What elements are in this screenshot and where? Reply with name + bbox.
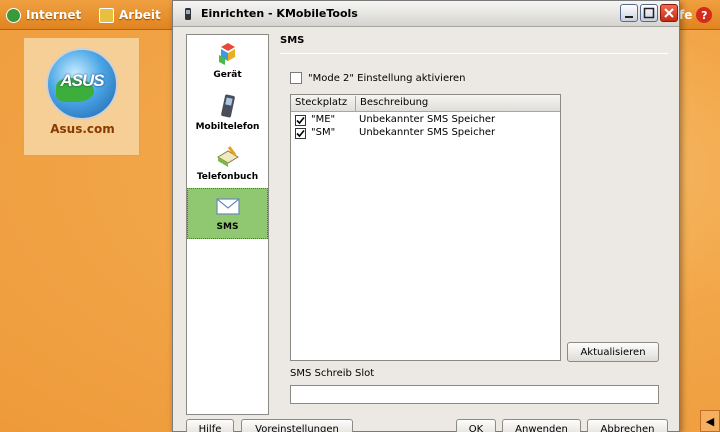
asus-desktop-shortcut[interactable]: ASUS Asus.com [23, 37, 140, 156]
column-separator[interactable] [355, 96, 356, 111]
sidebar-item-phonebook[interactable]: Telefonbuch [187, 139, 268, 189]
settings-sidebar: Gerät Mobiltelefon Telefonbuch SMS [186, 34, 269, 415]
help-icon: ? [696, 7, 713, 23]
sms-icon [215, 198, 240, 215]
work-label: Arbeit [119, 8, 161, 22]
table-row[interactable]: "ME" Unbekannter SMS Speicher [291, 114, 560, 127]
maximize-button[interactable] [640, 4, 658, 22]
internet-menu[interactable]: Internet [6, 5, 81, 25]
help-menu-label: fe [679, 8, 693, 22]
slot-cell: "SM" [311, 127, 336, 138]
sidebar-item-device[interactable]: Gerät [187, 37, 268, 87]
section-divider [280, 53, 668, 54]
phonebook-icon [216, 146, 239, 167]
mode2-checkbox-row[interactable]: "Mode 2" Einstellung aktivieren [290, 71, 466, 85]
refresh-button[interactable]: Aktualisieren [567, 342, 659, 362]
window-title: Einrichten - KMobileTools [201, 7, 358, 20]
mode2-checkbox[interactable] [290, 72, 302, 84]
table-header: Steckplatz Beschreibung [291, 95, 560, 112]
help-button[interactable]: Hilfe [186, 419, 234, 432]
tray-collapse-arrow-icon[interactable]: ◀ [700, 410, 720, 432]
sidebar-label-mobile-phone: Mobiltelefon [195, 122, 260, 132]
work-icon [99, 7, 114, 23]
write-slot-field[interactable] [290, 385, 659, 404]
column-header-slot[interactable]: Steckplatz [295, 97, 347, 108]
phone-app-icon [185, 8, 191, 20]
help-menu[interactable]: fe ? [679, 5, 713, 25]
write-slot-label: SMS Schreib Slot [290, 368, 375, 379]
checkmark-icon [296, 116, 305, 125]
minimize-icon [625, 16, 633, 18]
work-menu[interactable]: Arbeit [99, 5, 161, 25]
row-checkbox[interactable] [295, 115, 306, 126]
asus-logo-text: ASUS [60, 71, 104, 90]
cancel-button[interactable]: Abbrechen [587, 419, 668, 432]
table-row[interactable]: "SM" Unbekannter SMS Speicher [291, 127, 560, 140]
mode2-label: "Mode 2" Einstellung aktivieren [308, 72, 466, 84]
sidebar-item-mobile-phone[interactable]: Mobiltelefon [187, 89, 268, 139]
apply-button[interactable]: Anwenden [502, 419, 581, 432]
sidebar-label-phonebook: Telefonbuch [196, 172, 259, 182]
globe-icon [6, 7, 21, 23]
sidebar-label-device: Gerät [213, 70, 242, 80]
mobile-phone-icon [220, 94, 235, 118]
section-title: SMS [280, 35, 305, 46]
sidebar-label-sms: SMS [216, 222, 239, 232]
column-header-description[interactable]: Beschreibung [360, 97, 428, 108]
row-checkbox[interactable] [295, 128, 306, 139]
ok-button[interactable]: OK [456, 419, 496, 432]
device-icon [218, 43, 235, 65]
defaults-button[interactable]: Voreinstellungen [241, 419, 353, 432]
maximize-icon [643, 7, 655, 19]
title-bar[interactable]: Einrichten - KMobileTools [173, 1, 679, 27]
description-cell: Unbekannter SMS Speicher [359, 127, 496, 138]
close-button[interactable] [660, 4, 678, 22]
checkmark-icon [296, 129, 305, 138]
internet-label: Internet [26, 8, 82, 22]
sidebar-item-sms[interactable]: SMS [187, 188, 268, 239]
asus-shortcut-label: Asus.com [50, 122, 115, 136]
slot-cell: "ME" [311, 114, 336, 125]
description-cell: Unbekannter SMS Speicher [359, 114, 496, 125]
minimize-button[interactable] [620, 4, 638, 22]
slot-table[interactable]: Steckplatz Beschreibung "ME" Unbekannter… [290, 94, 561, 361]
settings-dialog: Einrichten - KMobileTools Gerät Mobiltel… [172, 0, 680, 432]
close-icon [664, 8, 674, 18]
